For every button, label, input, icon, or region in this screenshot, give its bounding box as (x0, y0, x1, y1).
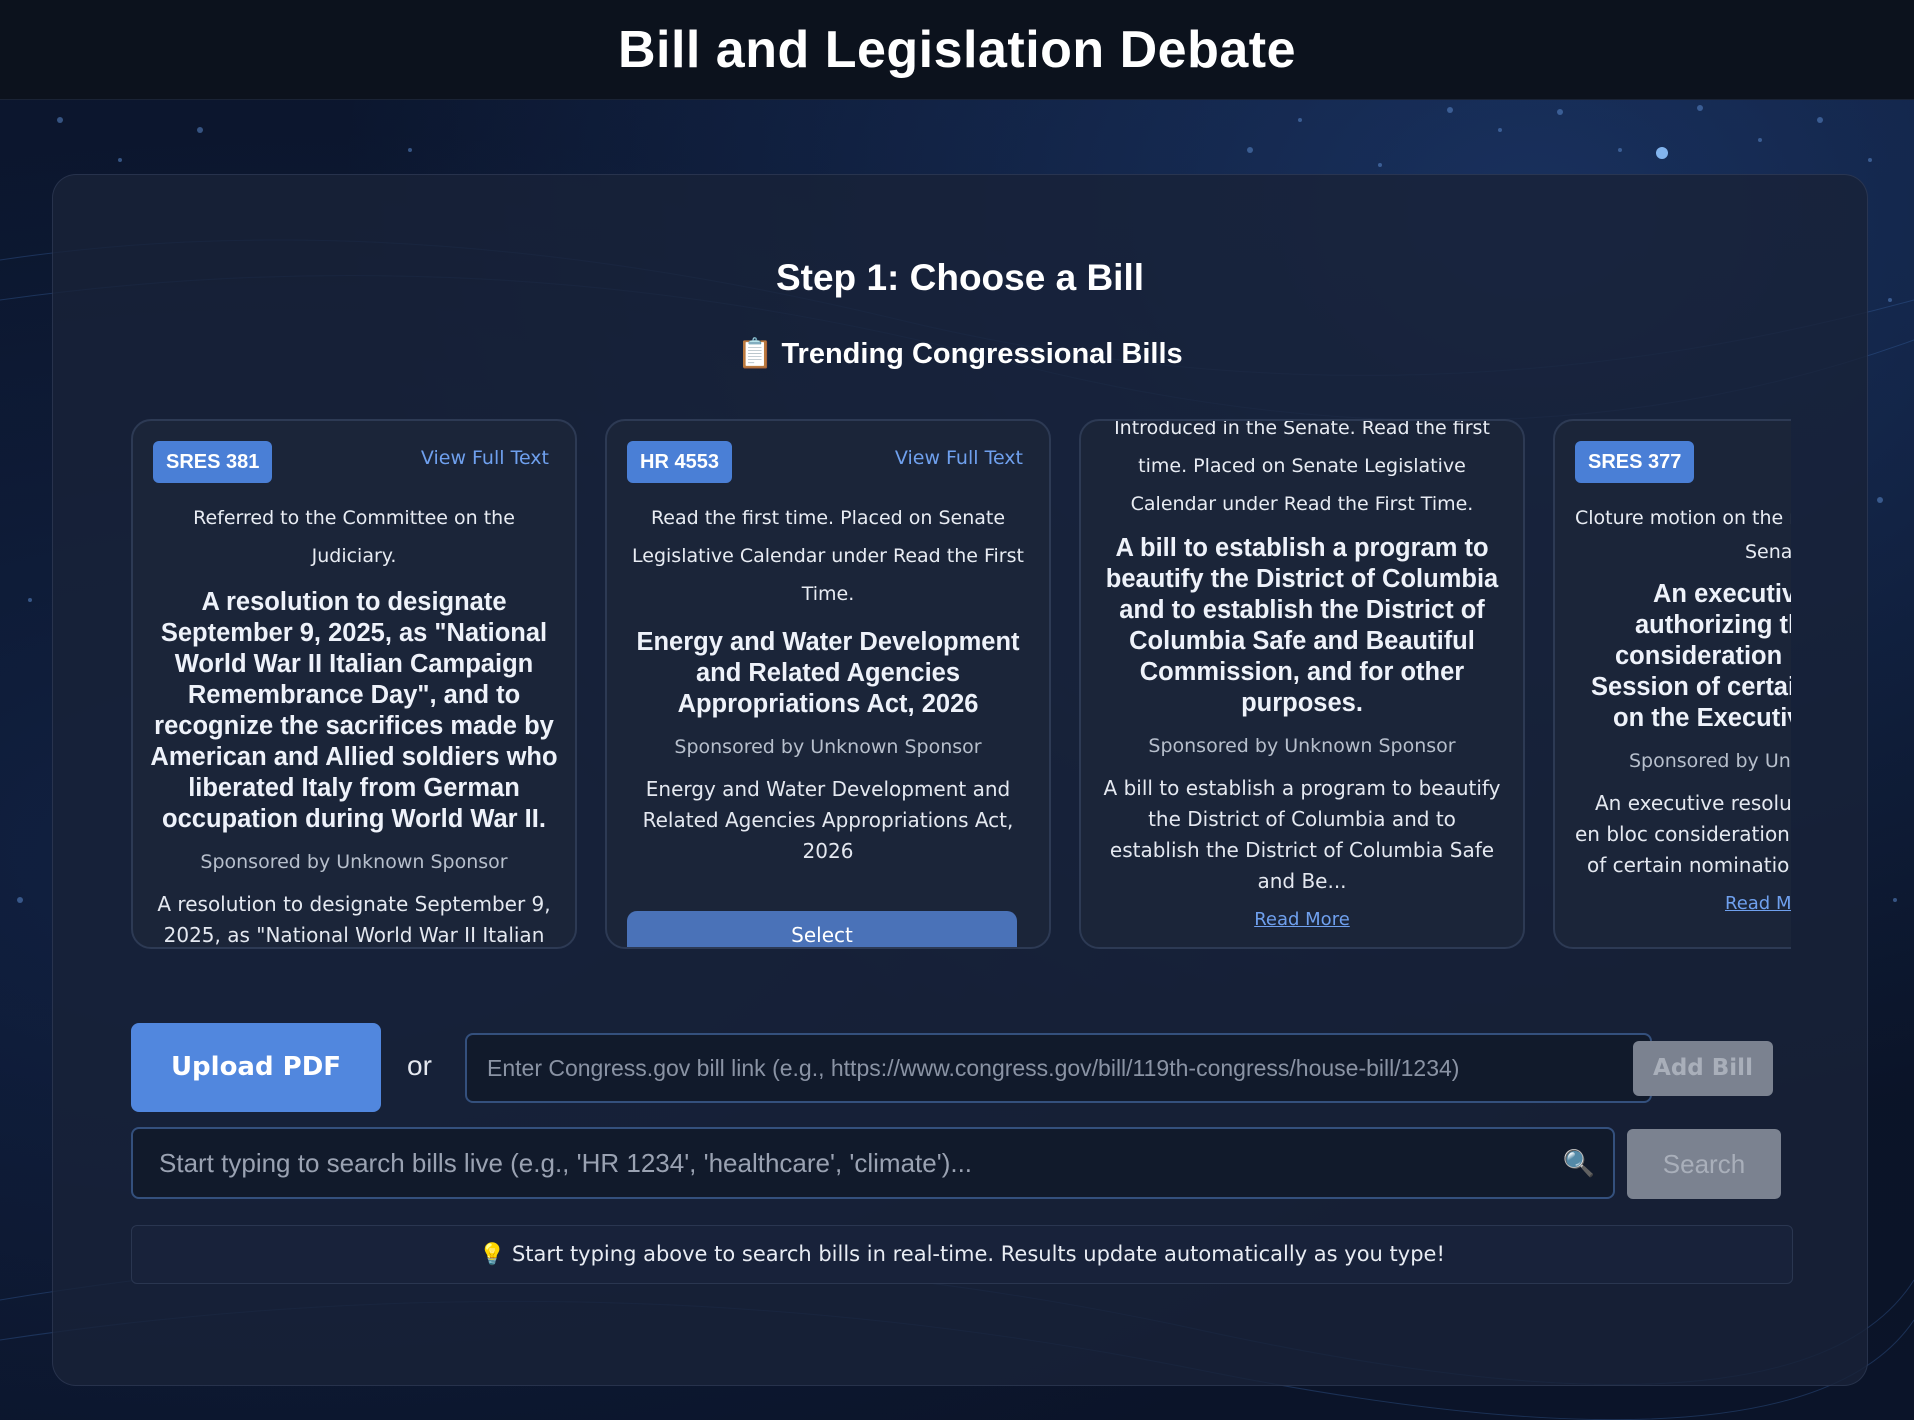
add-bill-button[interactable]: Add Bill (1633, 1041, 1773, 1096)
bill-card[interactable]: Introduced in the Senate. Read the first… (1079, 419, 1525, 949)
main-panel: Step 1: Choose a Bill 📋 Trending Congress… (52, 174, 1868, 1386)
bill-sponsor: Sponsored by Unk (1629, 750, 1791, 772)
lightbulb-icon: 💡 (479, 1242, 506, 1266)
bill-title-line: Session of certai (1591, 673, 1791, 701)
bill-description: A bill to establish a program to beautif… (1103, 776, 1501, 893)
read-more-link[interactable]: Read More (1254, 909, 1350, 930)
bill-title: A resolution to designate September 9, 2… (150, 588, 558, 833)
bill-url-input[interactable]: Enter Congress.gov bill link (e.g., http… (465, 1033, 1652, 1103)
bill-status: Introduced in the Senate. Read the first… (1114, 419, 1490, 515)
trending-heading: 📋 Trending Congressional Bills (53, 337, 1867, 371)
app-title: Bill and Legislation Debate (617, 20, 1297, 79)
top-bar: Bill and Legislation Debate (0, 0, 1914, 100)
hint-text: Start typing above to search bills in re… (511, 1242, 1445, 1266)
bill-title: Energy and Water Development and Related… (636, 628, 1020, 718)
trending-title: Trending Congressional Bills (781, 338, 1183, 370)
bill-search-input[interactable]: Start typing to search bills live (e.g.,… (131, 1127, 1615, 1199)
bill-card[interactable]: SRES 381 View Full Text Referred to the … (131, 419, 577, 949)
bill-description: A resolution to designate September 9, 2… (157, 892, 551, 947)
bill-sponsor: Sponsored by Unknown Sponsor (1148, 735, 1456, 757)
bill-title: An executive authorizing tl consideratio… (1575, 579, 1791, 734)
bill-description: An executive resolutic en bloc considera… (1575, 788, 1791, 881)
bill-card[interactable]: SRES 377 Cloture motion on the m Senat A… (1553, 419, 1791, 949)
or-separator: or (407, 1050, 432, 1081)
read-more-link[interactable]: Read Mo (1725, 893, 1791, 914)
bill-card[interactable]: HR 4553 View Full Text Read the first ti… (605, 419, 1051, 949)
view-full-text-link[interactable]: View Full Text (895, 447, 1023, 469)
search-placeholder: Start typing to search bills live (e.g.,… (159, 1148, 973, 1178)
search-icon: 🔍 (1562, 1148, 1595, 1178)
step-title: Step 1: Choose a Bill (775, 257, 1144, 298)
bill-status: Read the first time. Placed on Senate Le… (632, 507, 1024, 605)
bill-number-badge: SRES 381 (153, 441, 273, 483)
bill-sponsor: Sponsored by Unknown Sponsor (200, 851, 508, 873)
bill-number-badge: HR 4553 (627, 441, 732, 483)
bill-description-line: en bloc consideration i (1575, 822, 1791, 846)
bill-sponsor: Sponsored by Unknown Sponsor (674, 736, 982, 758)
bill-description: Energy and Water Development and Related… (642, 777, 1014, 863)
bill-status: Cloture motion on the m (1575, 507, 1791, 529)
trending-bills-carousel[interactable]: SRES 381 View Full Text Referred to the … (131, 419, 1791, 949)
search-button[interactable]: Search (1627, 1129, 1781, 1199)
bill-description-line: of certain nominations (1587, 853, 1791, 877)
select-bill-button[interactable]: Select (627, 911, 1017, 947)
upload-pdf-button[interactable]: Upload PDF (131, 1023, 381, 1112)
bill-description-line: An executive resolutic (1595, 791, 1791, 815)
bill-title-line: consideration i (1615, 642, 1791, 670)
bill-title-line: An executive (1653, 580, 1791, 608)
clipboard-icon: 📋 (737, 338, 774, 370)
bill-number-badge: SRES 377 (1575, 441, 1695, 483)
bill-status-continued: Senat (1745, 541, 1791, 563)
bill-title-line: authorizing tl (1635, 611, 1791, 639)
search-hint: 💡 Start typing above to search bills in … (131, 1225, 1793, 1284)
bill-status: Referred to the Committee on the Judicia… (193, 507, 515, 567)
view-full-text-link[interactable]: View Full Text (421, 447, 549, 469)
bill-title-line: on the Executiv (1613, 704, 1791, 732)
bill-title: A bill to establish a program to beautif… (1105, 534, 1499, 717)
